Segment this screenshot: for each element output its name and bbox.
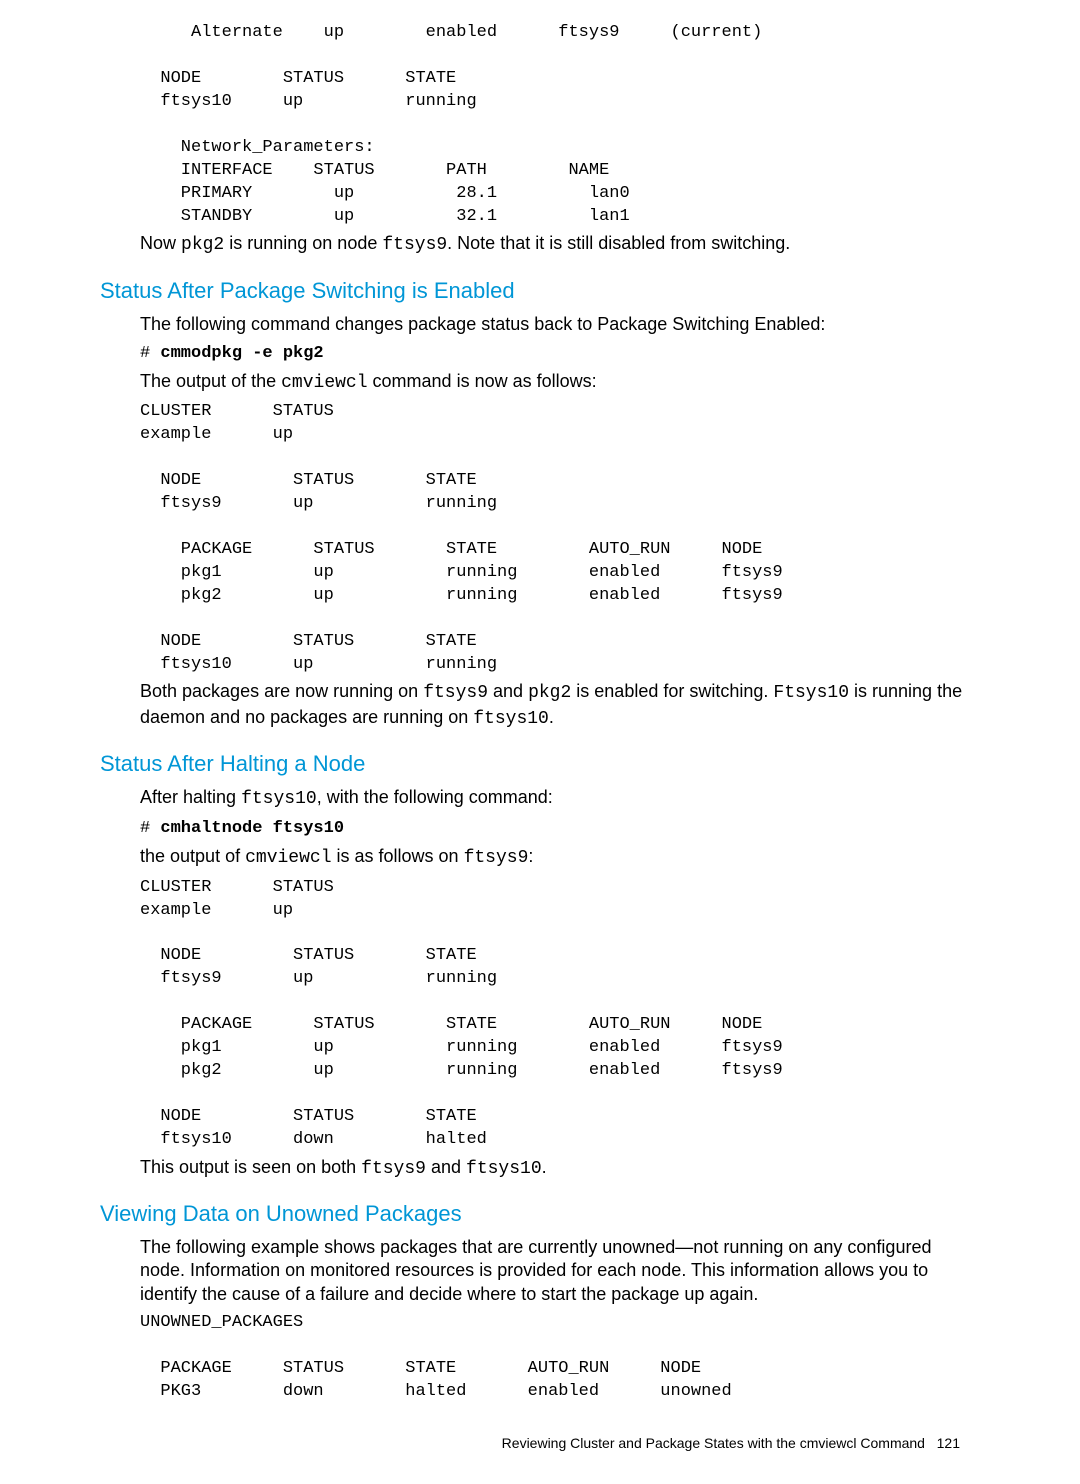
heading-viewing-unowned: Viewing Data on Unowned Packages [100,1199,980,1230]
paragraph-7: This output is seen on both ftsys9 and f… [140,1156,980,1181]
command-2: # cmhaltnode ftsys10 [140,817,980,841]
heading-status-halting-node: Status After Halting a Node [100,749,980,780]
paragraph-1: Now pkg2 is running on node ftsys9. Note… [140,232,980,257]
command-1: # cmmodpkg -e pkg2 [140,342,980,366]
page-footer: Reviewing Cluster and Package States wit… [100,1434,980,1454]
paragraph-2: The following command changes package st… [140,313,980,336]
code-block-1: Alternate up enabled ftsys9 (current) NO… [140,22,980,228]
paragraph-4: Both packages are now running on ftsys9 … [140,680,980,731]
paragraph-8: The following example shows packages tha… [140,1236,980,1306]
paragraph-3: The output of the cmviewcl command is no… [140,370,980,395]
paragraph-5: After halting ftsys10, with the followin… [140,786,980,811]
code-block-2: CLUSTER STATUS example up NODE STATUS ST… [140,401,980,676]
code-block-3: CLUSTER STATUS example up NODE STATUS ST… [140,877,980,1152]
heading-status-switching-enabled: Status After Package Switching is Enable… [100,276,980,307]
paragraph-6: the output of cmviewcl is as follows on … [140,845,980,870]
code-block-4: UNOWNED_PACKAGES PACKAGE STATUS STATE AU… [140,1312,980,1404]
